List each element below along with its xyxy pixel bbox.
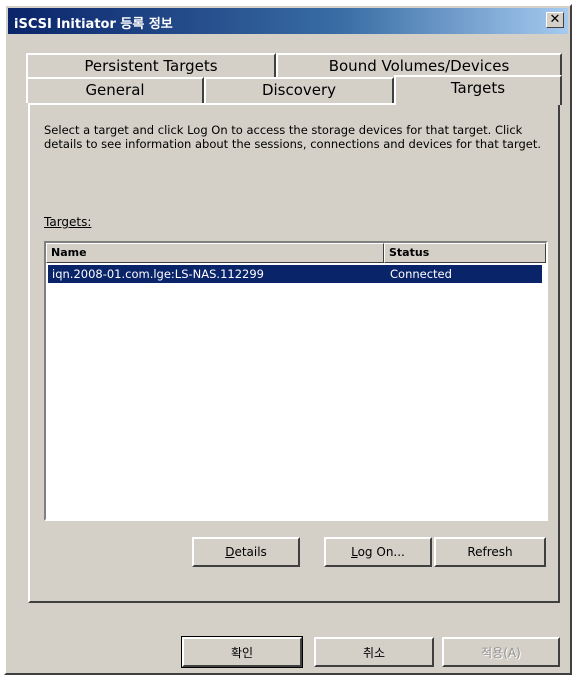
- column-header-name[interactable]: Name: [46, 243, 384, 263]
- apply-button[interactable]: 적용(A): [442, 637, 560, 667]
- target-status-cell: Connected: [390, 267, 452, 281]
- column-header-status[interactable]: Status: [384, 243, 546, 263]
- tab-general[interactable]: General: [26, 77, 204, 103]
- target-name-cell: iqn.2008-01.com.lge:LS-NAS.112299: [52, 267, 264, 281]
- refresh-button[interactable]: Refresh: [434, 537, 546, 567]
- tab-bound-volumes-devices[interactable]: Bound Volumes/Devices: [276, 53, 562, 77]
- targets-panel: Select a target and click Log On to acce…: [28, 103, 560, 603]
- ok-button[interactable]: 확인: [181, 636, 303, 668]
- tab-discovery[interactable]: Discovery: [204, 77, 394, 103]
- details-button[interactable]: Details: [192, 537, 300, 567]
- table-row[interactable]: iqn.2008-01.com.lge:LS-NAS.112299 Connec…: [48, 265, 542, 283]
- targets-list[interactable]: Name Status iqn.2008-01.com.lge:LS-NAS.1…: [44, 241, 548, 521]
- list-header: Name Status: [46, 243, 546, 263]
- tab-label: Targets: [450, 79, 506, 97]
- close-icon: ✕: [549, 12, 561, 27]
- targets-list-label: Targets:: [44, 215, 92, 229]
- tab-label: Bound Volumes/Devices: [328, 57, 510, 75]
- close-button[interactable]: ✕: [546, 12, 564, 28]
- tab-label: Persistent Targets: [84, 57, 218, 75]
- iscsi-properties-dialog: iSCSI Initiator 등록 정보 ✕ Persistent Targe…: [4, 4, 572, 675]
- tab-targets[interactable]: Targets: [394, 75, 562, 105]
- tab-label: General: [85, 81, 145, 99]
- window-title: iSCSI Initiator 등록 정보: [14, 17, 173, 32]
- tab-label: Discovery: [261, 81, 337, 99]
- title-bar[interactable]: iSCSI Initiator 등록 정보 ✕: [8, 8, 568, 34]
- tab-persistent-targets[interactable]: Persistent Targets: [26, 53, 276, 77]
- log-on-button[interactable]: Log On...: [324, 537, 432, 567]
- instructions-text: Select a target and click Log On to acce…: [44, 123, 542, 151]
- cancel-button[interactable]: 취소: [314, 637, 434, 667]
